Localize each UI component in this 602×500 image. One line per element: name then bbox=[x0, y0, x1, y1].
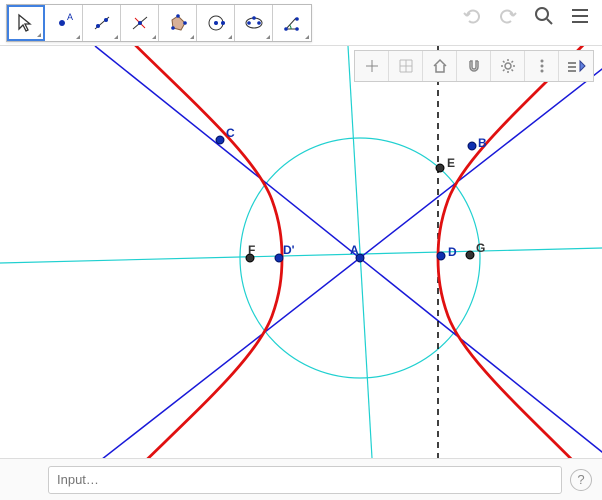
label-F: F bbox=[248, 243, 255, 257]
tool-perpendicular[interactable] bbox=[121, 5, 159, 41]
polygon-icon bbox=[168, 13, 188, 33]
topbar-right bbox=[460, 4, 596, 28]
point-B[interactable] bbox=[468, 142, 476, 150]
settings-button[interactable] bbox=[491, 51, 525, 81]
tool-point[interactable]: A bbox=[45, 5, 83, 41]
redo-button[interactable] bbox=[496, 4, 520, 28]
axis-h[interactable] bbox=[0, 248, 602, 263]
label-D: D bbox=[448, 245, 457, 259]
point-Dp[interactable] bbox=[275, 254, 283, 262]
gear-icon bbox=[499, 57, 517, 75]
search-icon bbox=[533, 5, 555, 27]
undo-icon bbox=[461, 5, 483, 27]
tool-angle[interactable] bbox=[273, 5, 311, 41]
label-G: G bbox=[476, 241, 485, 255]
label-B: B bbox=[478, 136, 487, 150]
axes-icon bbox=[363, 57, 381, 75]
point-C[interactable] bbox=[216, 136, 224, 144]
asymptote-1[interactable] bbox=[65, 55, 602, 458]
style-icon bbox=[566, 57, 586, 75]
axes-button[interactable] bbox=[355, 51, 389, 81]
svg-text:A: A bbox=[67, 13, 73, 22]
grid-button[interactable] bbox=[389, 51, 423, 81]
grid-icon bbox=[397, 57, 415, 75]
search-button[interactable] bbox=[532, 4, 556, 28]
tool-circle[interactable] bbox=[197, 5, 235, 41]
tool-polygon[interactable] bbox=[159, 5, 197, 41]
tool-group: A bbox=[6, 4, 312, 42]
tool-ellipse[interactable] bbox=[235, 5, 273, 41]
menu-button[interactable] bbox=[568, 4, 592, 28]
circle-icon bbox=[206, 13, 226, 33]
input-bar: ? bbox=[0, 458, 602, 500]
point-D[interactable] bbox=[437, 252, 445, 260]
asymptote-2[interactable] bbox=[95, 46, 602, 458]
undo-button[interactable] bbox=[460, 4, 484, 28]
label-C: C bbox=[226, 126, 235, 140]
ellipse-icon bbox=[244, 13, 264, 33]
magnet-icon bbox=[465, 57, 483, 75]
angle-icon bbox=[282, 13, 302, 33]
command-input[interactable] bbox=[48, 466, 562, 494]
label-E: E bbox=[447, 156, 455, 170]
perp-icon bbox=[130, 13, 150, 33]
menu-icon bbox=[569, 5, 591, 27]
hyperbola-left[interactable] bbox=[120, 30, 282, 458]
redo-icon bbox=[497, 5, 519, 27]
hyperbola-right[interactable] bbox=[438, 30, 598, 458]
style-button[interactable] bbox=[559, 51, 593, 81]
more-button[interactable] bbox=[525, 51, 559, 81]
view-toolbar bbox=[354, 50, 594, 82]
line-icon bbox=[92, 13, 112, 33]
main-toolbar: A bbox=[0, 0, 602, 46]
point-E[interactable] bbox=[436, 164, 444, 172]
tool-line[interactable] bbox=[83, 5, 121, 41]
cursor-icon bbox=[16, 13, 36, 33]
more-icon bbox=[533, 57, 551, 75]
point-icon: A bbox=[54, 13, 74, 33]
tool-move[interactable] bbox=[7, 5, 45, 41]
point-G[interactable] bbox=[466, 251, 474, 259]
help-button[interactable]: ? bbox=[570, 469, 592, 491]
label-Dp: D' bbox=[283, 243, 295, 257]
home-button[interactable] bbox=[423, 51, 457, 81]
home-icon bbox=[431, 57, 449, 75]
label-A: A bbox=[350, 243, 359, 257]
snap-button[interactable] bbox=[457, 51, 491, 81]
